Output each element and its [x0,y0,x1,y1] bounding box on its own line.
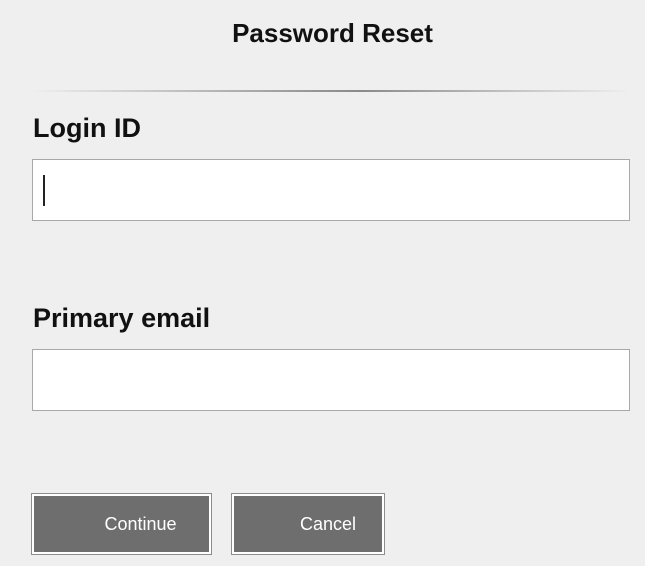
continue-button[interactable]: Continue [32,494,211,554]
title-divider [30,90,630,92]
text-cursor [43,175,45,206]
password-reset-dialog: Password Reset Login ID Primary email Co… [0,0,645,566]
cancel-button[interactable]: Cancel [232,494,384,554]
dialog-title: Password Reset [232,18,433,48]
login-id-label: Login ID [33,113,141,143]
login-id-input[interactable] [32,159,630,221]
primary-email-input[interactable] [32,349,630,411]
primary-email-label: Primary email [33,303,211,333]
